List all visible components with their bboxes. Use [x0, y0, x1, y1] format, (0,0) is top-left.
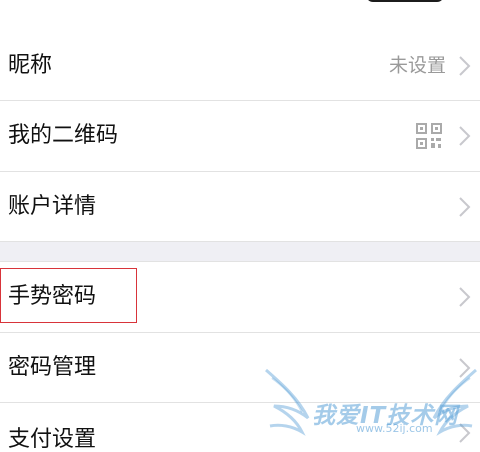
chevron-right-icon [459, 56, 471, 76]
settings-row-nickname[interactable]: 昵称 未设置 [0, 31, 480, 101]
row-label-payment-settings: 支付设置 [8, 427, 97, 452]
chevron-right-icon [459, 423, 471, 443]
highlight-box [0, 268, 137, 323]
chevron-right-icon [459, 358, 471, 378]
settings-row-payment-settings[interactable]: 支付设置 [0, 403, 480, 451]
qr-code-icon [416, 123, 442, 149]
chevron-right-icon [459, 126, 471, 146]
settings-row-qr-code[interactable]: 我的二维码 [0, 101, 480, 171]
row-label-nickname: 昵称 [8, 53, 53, 78]
row-label-qr-code: 我的二维码 [8, 123, 119, 148]
chevron-right-icon [459, 197, 471, 217]
row-label-password-management: 密码管理 [8, 355, 97, 380]
row-label-account-details: 账户详情 [8, 194, 97, 219]
settings-row-password-management[interactable]: 密码管理 [0, 333, 480, 403]
chevron-right-icon [459, 287, 471, 307]
settings-row-account-details[interactable]: 账户详情 [0, 172, 480, 242]
nickname-value: 未设置 [388, 54, 446, 77]
section-separator [0, 241, 480, 262]
avatar[interactable] [366, 0, 444, 2]
